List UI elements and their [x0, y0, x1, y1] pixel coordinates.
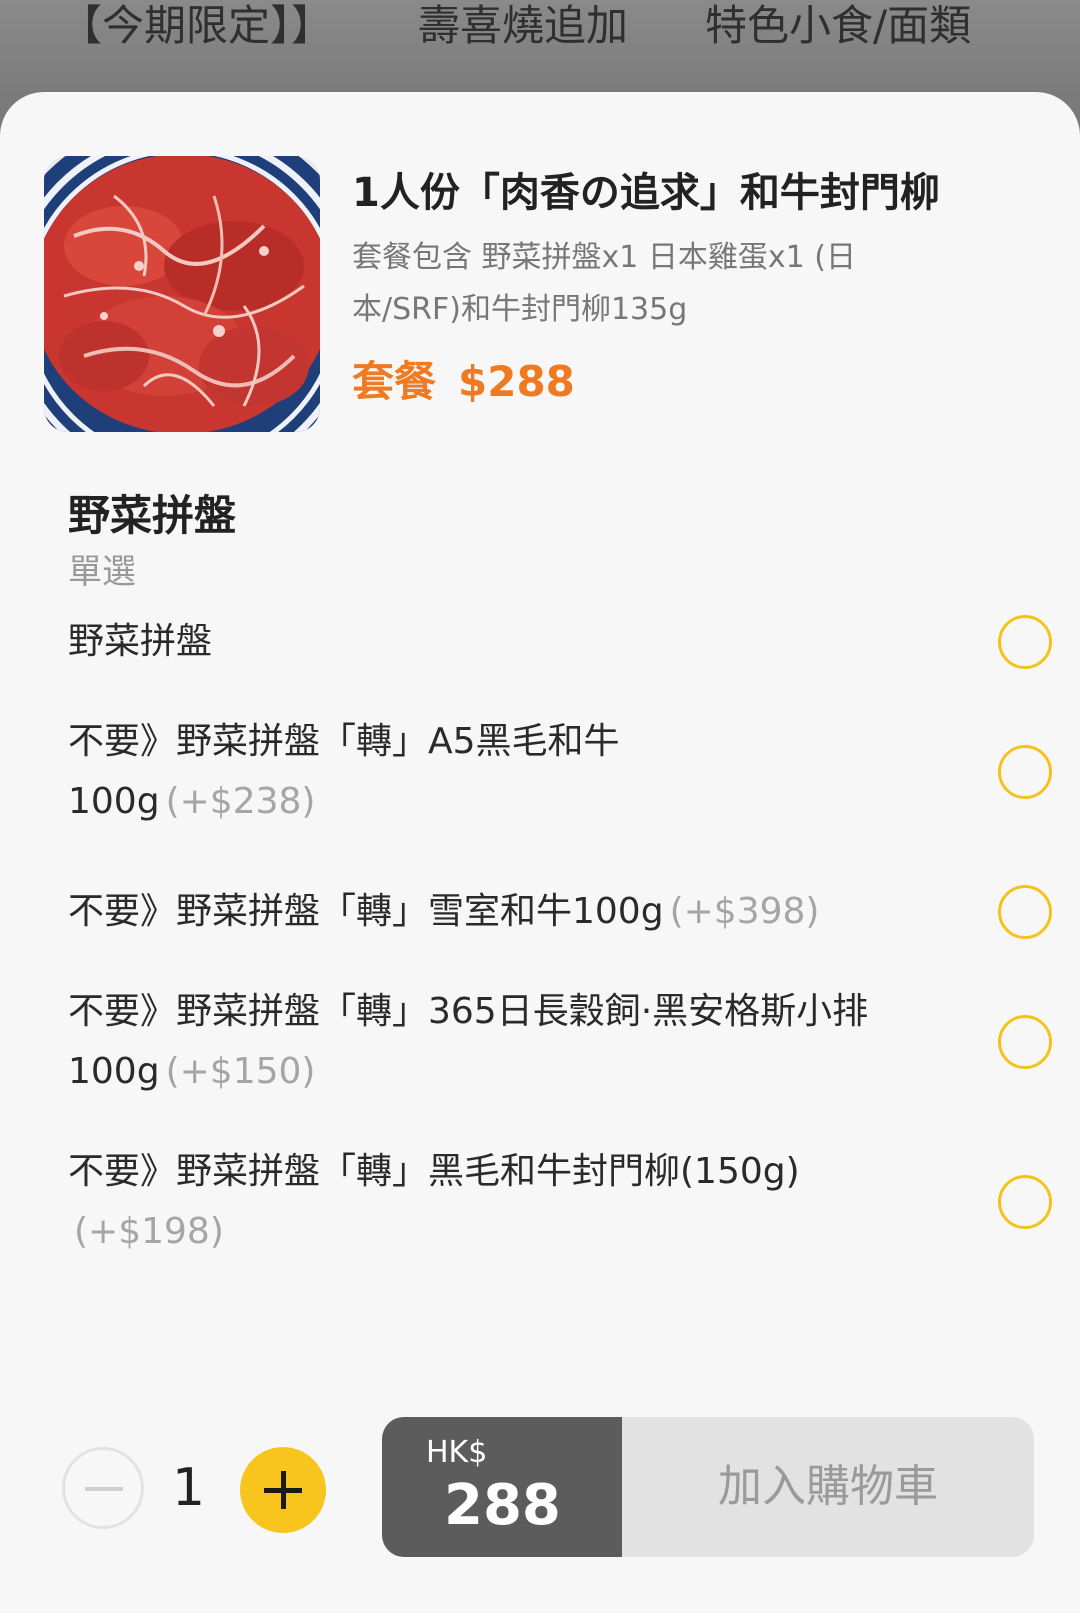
- option-group-title: 野菜拼盤: [68, 491, 237, 540]
- option-text: 不要》野菜拼盤「轉」365日長穀飼·黑安格斯小排100g (+$150): [68, 982, 908, 1102]
- product-image: [44, 156, 320, 432]
- category-tab-limited[interactable]: 【今期限定】】: [60, 0, 333, 53]
- option-price: (+$238): [165, 781, 316, 822]
- option-label: 不要》野菜拼盤「轉」雪室和牛100g: [68, 891, 664, 932]
- price-value: $288: [458, 357, 575, 406]
- product-options-sheet: 1人份「肉香の追求」和牛封門柳 套餐包含 野菜拼盤x1 日本雞蛋x1 (日本/S…: [0, 92, 1080, 1613]
- option-item[interactable]: 不要》野菜拼盤「轉」A5黑毛和牛100g (+$238): [68, 712, 1068, 832]
- option-item[interactable]: 野菜拼盤: [68, 612, 1068, 672]
- option-label: 不要》野菜拼盤「轉」A5黑毛和牛100g: [68, 721, 620, 822]
- option-group-subtitle: 單選: [68, 552, 136, 592]
- quantity-value: 1: [172, 1458, 206, 1518]
- option-text: 不要》野菜拼盤「轉」黑毛和牛封門柳(150g) (+$198): [68, 1142, 908, 1262]
- product-price: 套餐 $288: [352, 348, 597, 409]
- price-label: 套餐: [352, 357, 437, 406]
- add-to-cart-button[interactable]: 加入購物車: [622, 1417, 1034, 1557]
- radio-icon[interactable]: [998, 1015, 1052, 1069]
- option-label: 野菜拼盤: [68, 621, 213, 662]
- option-item[interactable]: 不要》野菜拼盤「轉」黑毛和牛封門柳(150g) (+$198): [68, 1142, 1068, 1262]
- option-text: 不要》野菜拼盤「轉」A5黑毛和牛100g (+$238): [68, 712, 668, 832]
- total-price-box: HK$ 288: [382, 1417, 622, 1557]
- product-title: 1人份「肉香の追求」和牛封門柳: [352, 170, 940, 216]
- option-price: (+$150): [165, 1051, 316, 1092]
- radio-icon[interactable]: [998, 1175, 1052, 1229]
- beef-plate-image: [44, 156, 320, 432]
- option-price: (+$398): [669, 891, 820, 932]
- total-price: 288: [444, 1473, 561, 1538]
- radio-icon[interactable]: [998, 615, 1052, 669]
- currency-label: HK$: [426, 1435, 488, 1470]
- option-item[interactable]: 不要》野菜拼盤「轉」365日長穀飼·黑安格斯小排100g (+$150): [68, 982, 1068, 1102]
- product-description: 套餐包含 野菜拼盤x1 日本雞蛋x1 (日本/SRF)和牛封門柳135g: [352, 240, 856, 327]
- radio-icon[interactable]: [998, 885, 1052, 939]
- category-tab-sukiyaki[interactable]: 壽喜燒追加: [418, 0, 628, 53]
- option-item[interactable]: 不要》野菜拼盤「轉」雪室和牛100g (+$398): [68, 882, 1068, 942]
- option-price: (+$198): [74, 1211, 224, 1252]
- category-tab-snacks[interactable]: 特色小食/面類: [705, 0, 971, 53]
- minus-icon[interactable]: [62, 1447, 144, 1529]
- option-text: 野菜拼盤: [68, 612, 908, 672]
- radio-icon[interactable]: [998, 745, 1052, 799]
- plus-icon[interactable]: [240, 1447, 326, 1533]
- option-text: 不要》野菜拼盤「轉」雪室和牛100g (+$398): [68, 882, 908, 942]
- option-label: 不要》野菜拼盤「轉」黑毛和牛封門柳(150g): [68, 1151, 800, 1192]
- category-tab-bar: 【今期限定】】 壽喜燒追加 特色小食/面類: [0, 0, 1080, 90]
